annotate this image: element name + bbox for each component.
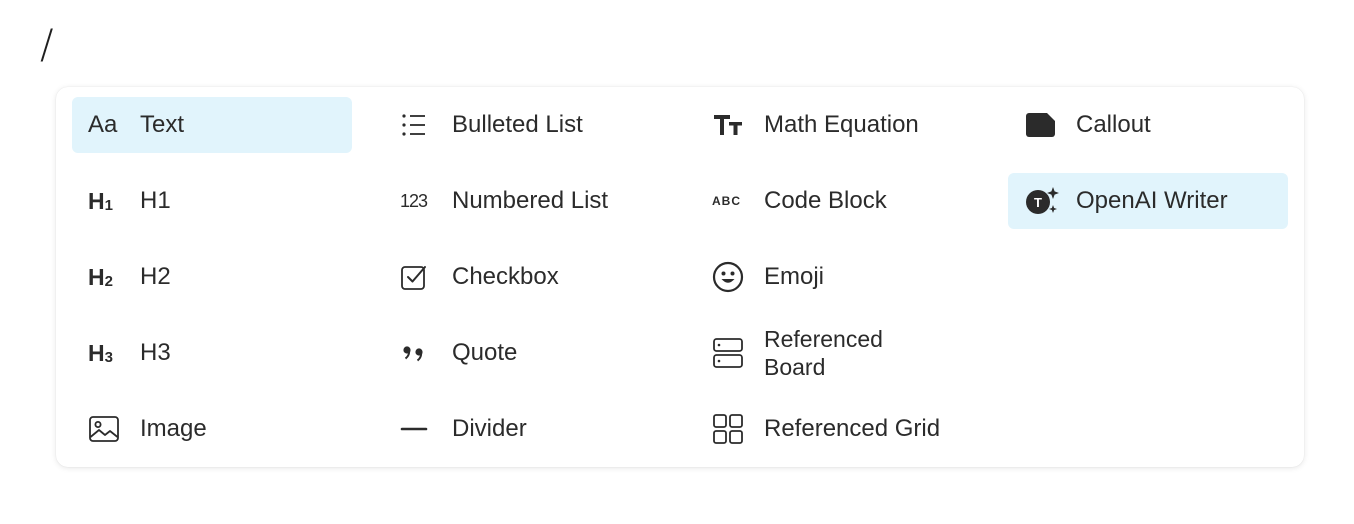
numbered-list-icon: 123 bbox=[400, 190, 428, 211]
emoji-icon bbox=[712, 261, 748, 293]
divider-icon bbox=[400, 413, 436, 445]
menu-item-label: Callout bbox=[1076, 111, 1151, 138]
menu-item-code-block[interactable]: ABC Code Block bbox=[696, 173, 976, 229]
menu-item-referenced-grid[interactable]: Referenced Grid bbox=[696, 401, 976, 457]
menu-item-label: Quote bbox=[452, 339, 518, 366]
slash-command-text: / bbox=[40, 22, 54, 68]
menu-item-h1[interactable]: H1 H1 bbox=[72, 173, 352, 229]
menu-item-label: Image bbox=[140, 415, 207, 442]
menu-item-label: Divider bbox=[452, 415, 527, 442]
image-icon bbox=[88, 413, 124, 445]
menu-item-label: H2 bbox=[140, 263, 171, 290]
bulleted-list-icon bbox=[400, 109, 436, 141]
quote-icon bbox=[400, 337, 436, 369]
heading-2-icon: H2 bbox=[88, 263, 113, 290]
menu-item-label: H3 bbox=[140, 339, 171, 366]
menu-item-label: OpenAI Writer bbox=[1076, 187, 1228, 214]
referenced-board-icon bbox=[712, 337, 748, 369]
menu-item-h2[interactable]: H2 H2 bbox=[72, 249, 352, 305]
menu-item-text[interactable]: Aa Text bbox=[72, 97, 352, 153]
menu-item-checkbox[interactable]: Checkbox bbox=[384, 249, 664, 305]
menu-item-numbered-list[interactable]: 123 Numbered List bbox=[384, 173, 664, 229]
menu-item-label: Bulleted List bbox=[452, 111, 583, 138]
openai-writer-icon: T bbox=[1024, 185, 1060, 217]
menu-item-image[interactable]: Image bbox=[72, 401, 352, 457]
code-block-icon: ABC bbox=[712, 194, 741, 208]
menu-item-label: Emoji bbox=[764, 263, 825, 290]
menu-item-label: Referenced Grid bbox=[764, 415, 941, 442]
menu-item-label: Code Block bbox=[764, 187, 887, 214]
slash-command-menu: Aa Text Bulleted List Math Equation Call… bbox=[56, 87, 1304, 467]
menu-item-h3[interactable]: H3 H3 bbox=[72, 325, 352, 381]
menu-item-quote[interactable]: Quote bbox=[384, 325, 664, 381]
heading-1-icon: H1 bbox=[88, 187, 113, 214]
menu-item-math-equation[interactable]: Math Equation bbox=[696, 97, 976, 153]
slash-command-grid: Aa Text Bulleted List Math Equation Call… bbox=[72, 97, 1288, 457]
menu-item-label: Referenced Board bbox=[764, 326, 883, 380]
menu-item-referenced-board[interactable]: Referenced Board bbox=[696, 325, 976, 381]
text-aa-icon: Aa bbox=[88, 111, 118, 138]
math-equation-icon bbox=[712, 109, 748, 141]
menu-item-label: Math Equation bbox=[764, 111, 919, 138]
callout-icon bbox=[1024, 109, 1060, 141]
menu-item-label: Numbered List bbox=[452, 187, 609, 214]
menu-item-openai-writer[interactable]: T OpenAI Writer bbox=[1008, 173, 1288, 229]
menu-item-label: Text bbox=[140, 111, 185, 138]
menu-item-bulleted-list[interactable]: Bulleted List bbox=[384, 97, 664, 153]
referenced-grid-icon bbox=[712, 413, 748, 445]
menu-item-label: Checkbox bbox=[452, 263, 559, 290]
heading-3-icon: H3 bbox=[88, 339, 113, 366]
menu-item-emoji[interactable]: Emoji bbox=[696, 249, 976, 305]
menu-item-divider[interactable]: Divider bbox=[384, 401, 664, 457]
menu-item-callout[interactable]: Callout bbox=[1008, 97, 1288, 153]
menu-item-label: H1 bbox=[140, 187, 171, 214]
checkbox-icon bbox=[400, 261, 436, 293]
svg-text:T: T bbox=[1034, 195, 1042, 210]
